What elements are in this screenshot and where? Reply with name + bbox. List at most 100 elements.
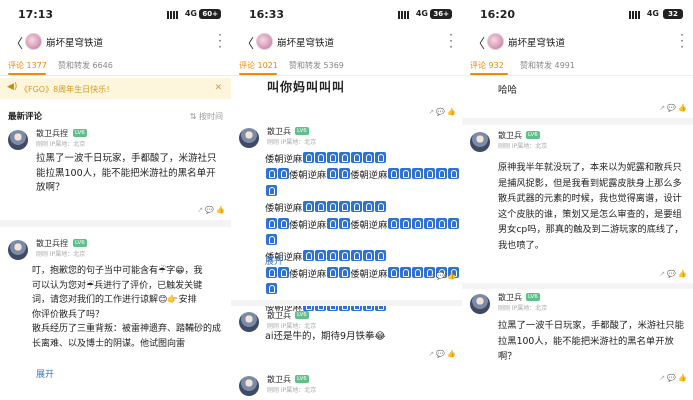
tab-bar: 评论 1021 赞和转发 5369 — [231, 56, 462, 76]
comment-meta: 刚刚 IP属地：北京 — [267, 323, 317, 330]
expand-link[interactable]: 展开 — [36, 367, 54, 380]
avatar[interactable] — [8, 130, 28, 150]
cut-off-comment-text: 哈哈 — [498, 85, 518, 96]
more-menu-icon[interactable]: · · · — [449, 29, 453, 53]
repeat-word: 倭朝逆麻 — [289, 219, 327, 231]
comment-line: 可以认为您对☔兵进行了评价，已触发关键 — [32, 280, 203, 291]
comment-actions[interactable]: ↗ 💬 👍 — [428, 272, 456, 280]
toilet-emoji-icon — [326, 217, 338, 229]
toilet-emoji-icon — [302, 152, 314, 163]
comment-actions[interactable]: ↗ 💬 👍 — [659, 104, 687, 112]
comment-item: 散卫兵 LV6 刚刚 IP属地：北京 — [231, 374, 462, 400]
toilet-emoji-icon — [387, 266, 399, 278]
comment-username[interactable]: 散卫兵 — [267, 126, 291, 137]
comment-line-more: 散兵经历了三重背叛：被雷神遗弃、踏鞴砂的成长离难、以及博士的阴谋。他试图向雷 — [32, 324, 222, 349]
toilet-emoji-icon — [338, 168, 350, 180]
top-nav: 〈 崩坏星穹铁道 · · · — [231, 29, 462, 54]
channel-name[interactable]: 崩坏星穹铁道 — [277, 35, 334, 49]
top-nav: 〈 崩坏星穹铁道 · · · — [0, 29, 231, 54]
avatar[interactable] — [239, 376, 259, 396]
divider — [231, 300, 462, 306]
comment-actions[interactable]: ↗ 💬 👍 — [197, 206, 225, 214]
toilet-emoji-icon — [326, 266, 338, 278]
battery-icon: 36+ — [430, 9, 452, 19]
toilet-emoji-icon — [435, 217, 447, 229]
divider — [462, 283, 693, 289]
latest-comments-heading: 最新评论 — [8, 112, 43, 122]
comment-meta: 刚刚 IP属地：北京 — [267, 387, 317, 394]
toilet-emoji-icon — [338, 217, 350, 229]
toilet-emoji-icon — [423, 217, 435, 229]
channel-name[interactable]: 崩坏星穹铁道 — [46, 35, 103, 49]
toilet-emoji-icon — [423, 168, 435, 180]
avatar[interactable] — [8, 240, 28, 260]
level-badge: LV6 — [295, 127, 309, 135]
channel-avatar[interactable] — [487, 33, 504, 50]
tab-likes-reposts[interactable]: 赞和转发 4991 — [520, 60, 575, 71]
status-time: 16:33 — [249, 8, 285, 21]
signal-icon — [629, 11, 641, 19]
comment-meta: 刚刚 IP属地：北京 — [36, 141, 86, 148]
toilet-emoji-icon — [338, 152, 350, 163]
tab-comments[interactable]: 评论 1021 — [239, 60, 278, 71]
speaker-icon: ◀) — [7, 82, 18, 92]
screenshot-panel-3: 16:20 4G 32 〈 崩坏星穹铁道 · · · 评论 932 赞和转发 499… — [462, 0, 693, 400]
status-time: 17:13 — [18, 8, 54, 21]
comment-text: 拉黑了一波千日玩家，手都酸了，米游社只能拉黑100人，能不能把米游社的黑名单开放… — [498, 320, 684, 363]
comment-username[interactable]: 散卫兵 — [498, 292, 522, 303]
spam-line: 倭朝逆麻 — [265, 201, 460, 217]
comment-username[interactable]: 散卫兵 — [267, 310, 291, 321]
toilet-emoji-icon — [265, 283, 277, 295]
top-nav: 〈 崩坏星穹铁道 · · · — [462, 29, 693, 54]
back-arrow-icon[interactable]: 〈 — [241, 33, 254, 52]
tab-likes-reposts[interactable]: 赞和转发 5369 — [289, 60, 344, 71]
toilet-emoji-icon — [350, 201, 362, 213]
comment-item: 散卫兵捏 LV6 刚刚 IP属地：北京 拉黑了一波千日玩家，手都酸了，米游社只能… — [0, 128, 231, 218]
battery-icon: 32 — [663, 9, 683, 19]
back-arrow-icon[interactable]: 〈 — [472, 33, 485, 52]
more-menu-icon[interactable]: · · · — [218, 29, 222, 53]
repeat-word: 倭朝逆麻 — [289, 268, 327, 280]
spam-line: 倭朝逆麻 倭朝逆麻 — [265, 168, 460, 201]
channel-avatar[interactable] — [25, 33, 42, 50]
active-tab-indicator — [470, 73, 508, 75]
comment-actions[interactable]: ↗ 💬 👍 — [428, 350, 456, 358]
comment-username[interactable]: 散卫兵捏 — [36, 128, 68, 139]
comment-text: 拉黑了一波千日玩家，手都酸了，米游社只能拉黑100人，能不能把米游社的黑名单开放… — [36, 153, 217, 193]
avatar[interactable] — [239, 128, 259, 148]
notice-banner[interactable]: ◀) 《FGO》8周年生日快乐！ ✕ — [0, 78, 231, 99]
channel-name[interactable]: 崩坏星穹铁道 — [508, 35, 565, 49]
comment-actions[interactable]: ↗ 💬 👍 — [659, 270, 687, 278]
toilet-emoji-icon — [447, 217, 459, 229]
toilet-emoji-icon — [302, 250, 314, 262]
comment-meta: 刚刚 IP属地：北京 — [498, 305, 548, 312]
toilet-emoji-icon — [326, 250, 338, 262]
repeat-word: 倭朝逆麻 — [350, 268, 388, 280]
more-menu-icon[interactable]: · · · — [680, 29, 684, 53]
back-arrow-icon[interactable]: 〈 — [10, 33, 23, 52]
sort-by-time-toggle[interactable]: ⇅ 按时间 — [190, 111, 223, 122]
comment-actions[interactable]: ↗ 💬 👍 — [659, 374, 687, 382]
comment-item: 散卫兵 LV6 刚刚 IP属地：北京 原神我半年就没玩了，本来以为妮露和散兵只是… — [462, 130, 693, 282]
avatar[interactable] — [239, 312, 259, 332]
channel-avatar[interactable] — [256, 33, 273, 50]
close-icon[interactable]: ✕ — [214, 83, 222, 93]
comment-text: 叮，抱歉您的句子当中可能含有☔字😁，我 可以认为您对☔兵进行了评价，已触发关键 … — [32, 264, 227, 352]
tab-comments[interactable]: 评论 1377 — [8, 60, 47, 71]
expand-link[interactable]: 展开 — [265, 254, 283, 267]
avatar[interactable] — [470, 294, 490, 314]
comment-meta: 刚刚 IP属地：北京 — [36, 251, 86, 258]
tab-comments[interactable]: 评论 932 — [470, 60, 504, 71]
comment-actions[interactable]: ↗ 💬 👍 — [428, 108, 456, 116]
repeat-word: 倭朝逆麻 — [350, 219, 388, 231]
toilet-emoji-icon — [326, 168, 338, 180]
comment-username[interactable]: 散卫兵 — [267, 374, 291, 385]
avatar[interactable] — [470, 132, 490, 152]
toilet-emoji-icon — [277, 168, 289, 180]
comment-username[interactable]: 散卫兵 — [498, 130, 522, 141]
comment-username[interactable]: 散卫兵捏 — [36, 238, 68, 249]
tab-likes-reposts[interactable]: 赞和转发 6646 — [58, 60, 113, 71]
level-badge: LV6 — [73, 239, 87, 247]
toilet-emoji-icon — [265, 184, 277, 196]
comment-item: 散卫兵 LV6 刚刚 IP属地：北京 倭朝逆麻 倭朝逆麻 倭朝逆麻 倭朝逆麻 倭朝逆麻倭… — [231, 126, 462, 313]
